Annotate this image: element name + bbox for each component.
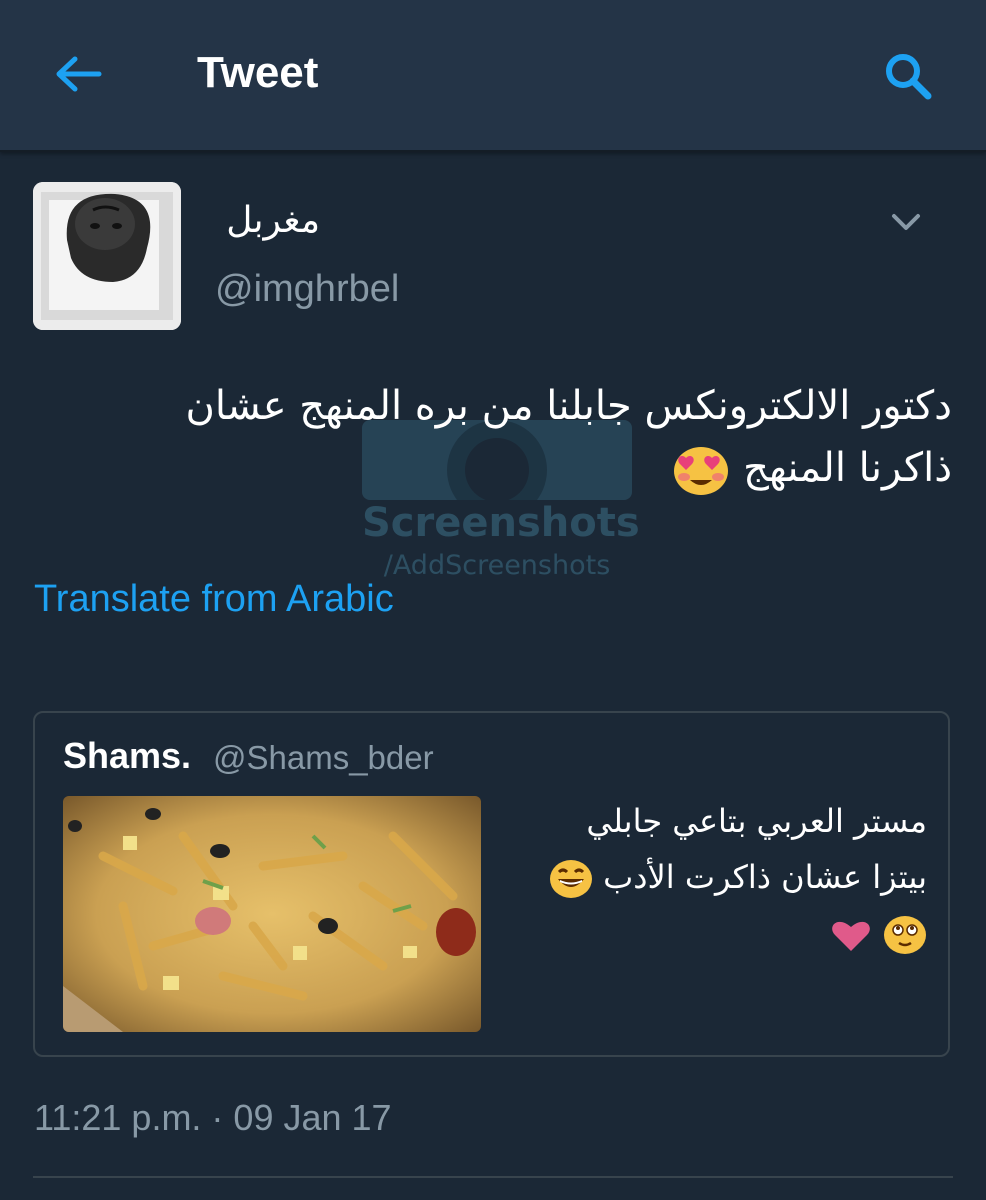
back-arrow-icon	[56, 56, 102, 92]
user-handle[interactable]: @imghrbel	[215, 268, 399, 311]
tweet-options-button[interactable]	[884, 202, 928, 242]
tweet-text-line-1: دكتور الالكترونكس جابلنا من بره المنهج ع…	[185, 383, 952, 429]
watermark-subtitle: /AddScreenshots	[383, 550, 611, 581]
tweet-timestamp: 11:21 p.m. · 09 Jan 17	[34, 1097, 392, 1138]
laughing-emoji-icon	[549, 860, 592, 898]
quoted-user-handle: @Shams_bder	[213, 739, 434, 776]
quoted-text-line-2-words: بيتزا عشان ذاكرت الأدب	[603, 858, 927, 896]
quoted-tweet-text: مستر العربي بتاعي جابلي بيتزا عشان ذاكرت…	[505, 793, 927, 961]
quoted-text-line-3	[505, 905, 927, 961]
tweet-text-line-2-words: ذاكرنا المنهج	[743, 445, 952, 491]
avatar[interactable]	[33, 182, 181, 330]
heart-eyes-emoji-icon	[674, 447, 729, 495]
search-button[interactable]	[876, 46, 940, 106]
page-title: Tweet	[197, 48, 319, 97]
quoted-text-line-2: بيتزا عشان ذاكرت الأدب	[505, 849, 927, 905]
tweet-text-line-2: ذاكرنا المنهج	[40, 437, 952, 499]
heart-emoji-icon	[831, 921, 870, 951]
display-name[interactable]: مغربل	[200, 200, 320, 241]
blushing-emoji-icon	[884, 916, 926, 954]
pizza-image	[63, 796, 481, 1032]
avatar-photo	[33, 182, 181, 330]
back-button[interactable]	[48, 46, 108, 102]
quoted-pizza-photo[interactable]	[63, 796, 481, 1032]
quoted-display-name: Shams.	[63, 735, 192, 776]
quoted-tweet-card[interactable]: Shams. @Shams_bder مستر العربي بتاعي جاب…	[33, 711, 950, 1057]
watermark-title: Screenshots	[362, 500, 640, 546]
divider	[33, 1176, 953, 1178]
tweet-text: دكتور الالكترونكس جابلنا من بره المنهج ع…	[40, 375, 952, 499]
search-icon	[886, 54, 932, 100]
translate-link[interactable]: Translate from Arabic	[34, 578, 394, 621]
chevron-down-icon	[892, 214, 920, 230]
quoted-text-line-1: مستر العربي بتاعي جابلي	[586, 802, 927, 840]
top-app-bar: Tweet	[0, 0, 986, 152]
